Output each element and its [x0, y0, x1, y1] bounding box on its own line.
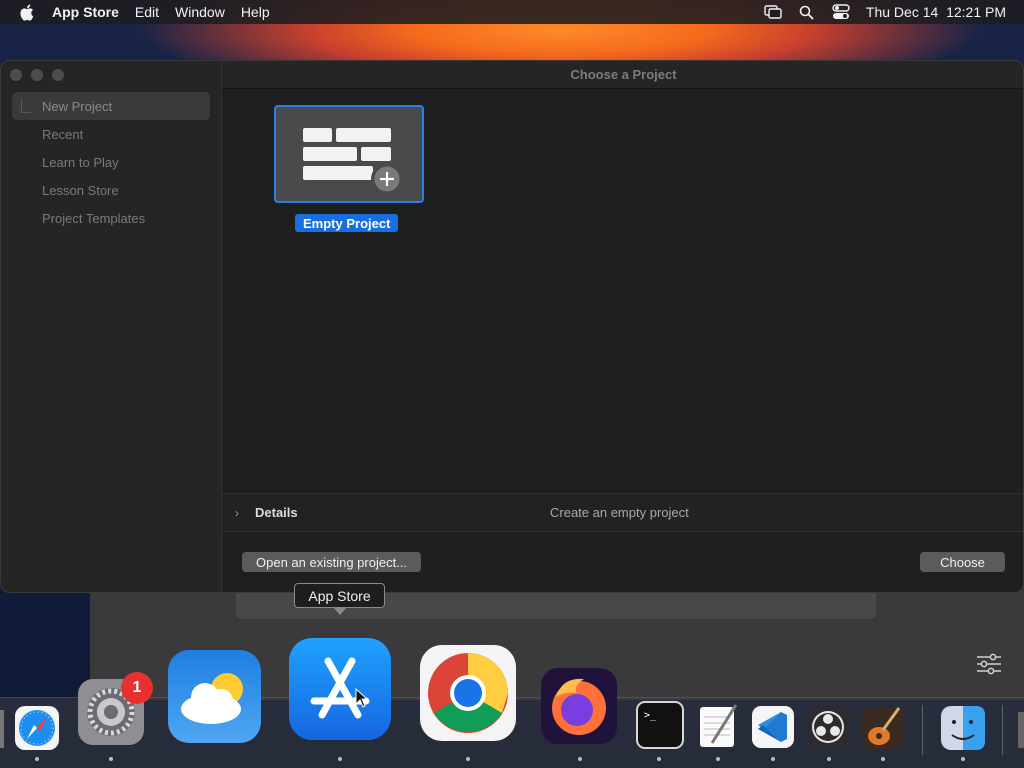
empty-project-tile[interactable]: [274, 105, 424, 203]
details-description: Create an empty project: [550, 505, 689, 520]
apple-menu-icon[interactable]: [0, 4, 52, 21]
running-indicator: [827, 757, 831, 761]
safari-icon[interactable]: [14, 705, 60, 751]
dialog-content: Choose a Project Empty Project › Details…: [222, 61, 1023, 592]
minimize-window-button[interactable]: [31, 69, 43, 81]
running-indicator: [716, 757, 720, 761]
details-toggle[interactable]: Details: [255, 505, 298, 520]
sidebar-item-label: Learn to Play: [42, 154, 119, 170]
open-existing-project-button[interactable]: Open an existing project...: [242, 552, 422, 572]
running-indicator: [109, 757, 113, 761]
vscode-icon[interactable]: [751, 705, 795, 749]
textedit-icon[interactable]: [696, 703, 740, 749]
running-indicator: [961, 757, 965, 761]
sidebar-item-lesson-store[interactable]: Lesson Store: [12, 176, 210, 204]
details-bar: › Details Create an empty project: [222, 493, 1023, 532]
running-indicator: [657, 757, 661, 761]
sidebar-list: New Project Recent Learn to Play Lesson …: [12, 92, 210, 232]
sidebar-item-label: Project Templates: [42, 210, 146, 226]
document-icon: [21, 99, 31, 113]
menu-clock[interactable]: Thu Dec 14 12:21 PM: [866, 4, 1006, 20]
sidebar-item-project-templates[interactable]: Project Templates: [12, 204, 210, 232]
choose-button[interactable]: Choose: [920, 552, 1005, 572]
menu-help[interactable]: Help: [241, 4, 286, 20]
dialog-title: Choose a Project: [222, 61, 1023, 89]
weather-icon[interactable]: [167, 649, 262, 744]
choose-project-dialog: New Project Recent Learn to Play Lesson …: [0, 60, 1024, 593]
finder-icon[interactable]: [940, 705, 986, 751]
menu-bar: App Store Edit Window Help Thu Dec 14 12…: [0, 0, 1024, 24]
dock-separator: [1002, 705, 1003, 755]
sidebar-item-label: New Project: [42, 98, 113, 114]
chrome-icon[interactable]: [419, 644, 517, 742]
terminal-icon[interactable]: >_: [635, 700, 685, 750]
control-center-icon[interactable]: [832, 3, 850, 21]
window-controls: [10, 69, 64, 81]
sidebar-item-recent[interactable]: Recent: [12, 120, 210, 148]
running-indicator: [35, 757, 39, 761]
sidebar-item-label: Lesson Store: [42, 182, 119, 198]
menu-window[interactable]: Window: [175, 4, 241, 20]
chevron-right-icon[interactable]: ›: [235, 506, 239, 520]
empty-project-icon: [303, 128, 403, 195]
sidebar-item-label: Recent: [42, 126, 84, 142]
dock-item-partial[interactable]: [1018, 712, 1024, 748]
sidebar-item-new-project[interactable]: New Project: [12, 92, 210, 120]
menu-edit[interactable]: Edit: [135, 4, 175, 20]
menu-app-name[interactable]: App Store: [52, 4, 135, 20]
tooltip-arrow: [333, 607, 347, 615]
dock-item-partial[interactable]: [0, 710, 4, 748]
firefox-icon[interactable]: [540, 667, 618, 745]
sliders-icon[interactable]: [976, 653, 1002, 680]
mouse-cursor-icon: [355, 688, 369, 708]
spotlight-search-icon[interactable]: [798, 3, 816, 21]
running-indicator: [466, 757, 470, 761]
obs-icon[interactable]: [806, 705, 850, 749]
running-indicator: [881, 757, 885, 761]
app-store-icon[interactable]: [288, 637, 392, 741]
close-window-button[interactable]: [10, 69, 22, 81]
dock-tooltip: App Store: [294, 583, 385, 608]
running-indicator: [771, 757, 775, 761]
svg-text:>_: >_: [644, 710, 657, 721]
running-indicator: [578, 757, 582, 761]
dialog-sidebar: New Project Recent Learn to Play Lesson …: [1, 61, 222, 592]
sidebar-item-learn-to-play[interactable]: Learn to Play: [12, 148, 210, 176]
running-indicator: [338, 757, 342, 761]
zoom-window-button[interactable]: [52, 69, 64, 81]
screen-mirroring-icon[interactable]: [764, 3, 782, 21]
garageband-icon[interactable]: [861, 704, 905, 750]
dock-separator: [922, 705, 923, 755]
empty-project-label[interactable]: Empty Project: [295, 214, 399, 232]
notification-badge: 1: [121, 672, 153, 704]
